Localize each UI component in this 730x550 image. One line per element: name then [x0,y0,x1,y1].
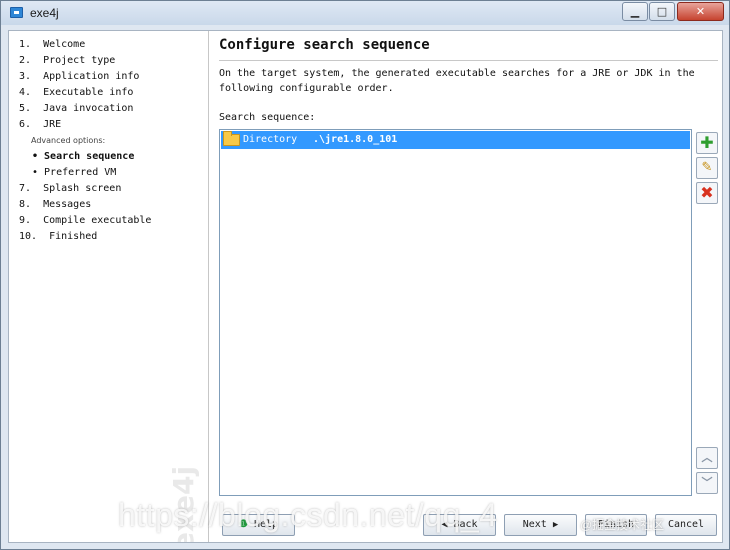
delete-icon: ✖ [700,183,714,202]
pencil-icon: ✎ [701,160,713,175]
advanced-options-label: Advanced options: [31,136,106,145]
window-title: exe4j [30,6,59,20]
folder-icon [223,131,240,146]
step-messages[interactable]: 8. Messages [19,197,151,213]
step-executable-info[interactable]: 4. Executable info [19,85,151,101]
chevron-down-icon: ﹀ [701,476,713,489]
search-sequence-label: Search sequence: [219,112,316,123]
app-icon [10,7,23,18]
main-panel: Configure search sequence On the target … [210,31,722,542]
step-compile-executable[interactable]: 9. Compile executable [19,213,151,229]
step-application-info[interactable]: 3. Application info [19,69,151,85]
search-sequence-list[interactable]: Directory .\jre1.8.0_101 [219,129,692,496]
wizard-body: 1. Welcome 2. Project type 3. Applicatio… [8,30,723,543]
steps-sidebar: 1. Welcome 2. Project type 3. Applicatio… [9,31,209,542]
edit-entry-button[interactable]: ✎ [696,157,718,179]
next-label: Next [522,519,547,530]
step-finished[interactable]: 10. Finished [19,229,151,245]
list-item[interactable]: Directory .\jre1.8.0_101 [221,131,690,149]
arrow-right-icon: ▶ [552,520,559,530]
step-splash-screen[interactable]: 7. Splash screen [19,181,151,197]
step-project-type[interactable]: 2. Project type [19,53,151,69]
community-watermark: @掘金技术社区 [580,518,665,532]
step-preferred-vm[interactable]: • Preferred VM [19,165,151,181]
step-welcome[interactable]: 1. Welcome [19,37,151,53]
step-search-sequence[interactable]: • Search sequence [19,149,151,165]
url-watermark: https://blog.csdn.net/qq_4 [118,497,498,533]
cancel-button[interactable]: Cancel [655,514,717,536]
exe4j-window: exe4j ▁ □ ✕ 1. Welcome 2. Project type 3… [0,0,730,550]
maximize-button[interactable]: □ [649,2,675,21]
close-button[interactable]: ✕ [677,2,724,21]
step-java-invocation[interactable]: 5. Java invocation [19,101,151,117]
move-down-button[interactable]: ﹀ [696,472,718,494]
plus-icon: ✚ [700,133,714,152]
title-divider [219,60,718,61]
steps-list: 1. Welcome 2. Project type 3. Applicatio… [19,37,151,245]
title-bar[interactable]: exe4j ▁ □ ✕ [1,1,729,25]
step-jre[interactable]: 6. JRE [19,117,151,133]
remove-entry-button[interactable]: ✖ [696,182,718,204]
add-entry-button[interactable]: ✚ [696,132,718,154]
entry-path: .\jre1.8.0_101 [313,134,398,145]
minimize-button[interactable]: ▁ [622,2,648,21]
entry-type: Directory [243,134,298,145]
chevron-up-icon: ︿ [701,451,713,464]
page-description: On the target system, the generated exec… [219,68,695,94]
next-button[interactable]: Next ▶ [504,514,577,536]
move-up-button[interactable]: ︿ [696,447,718,469]
page-title: Configure search sequence [219,37,430,53]
